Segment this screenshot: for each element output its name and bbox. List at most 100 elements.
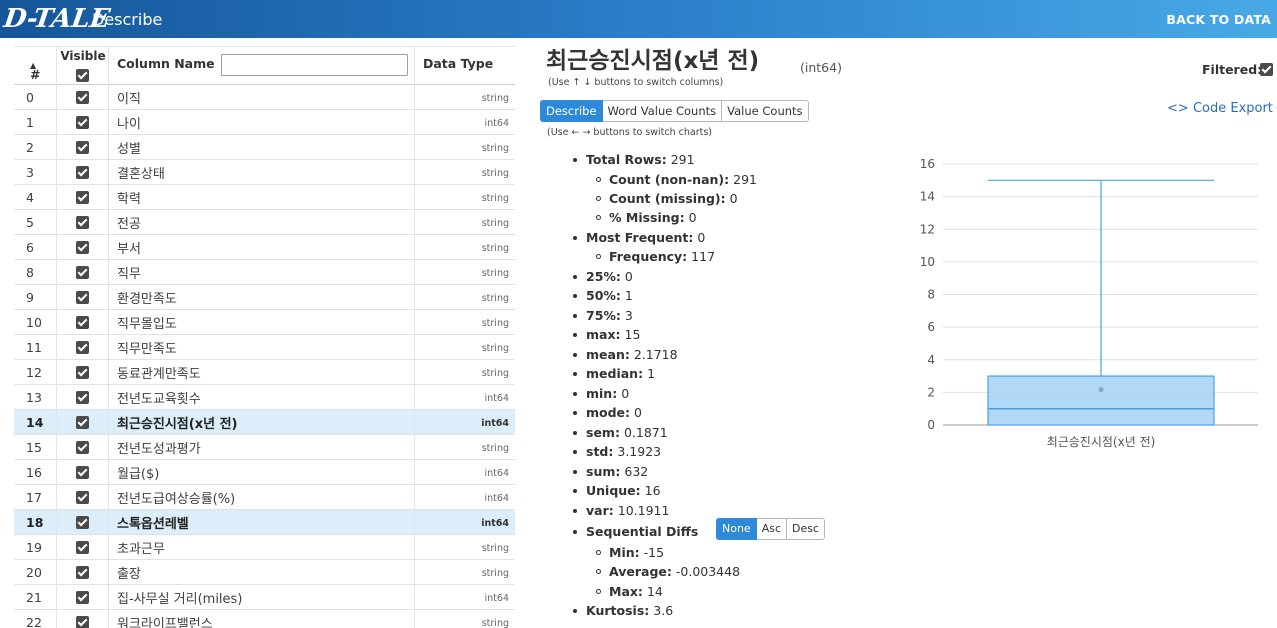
column-visible-checkbox[interactable] [76, 591, 89, 604]
column-visible-checkbox[interactable] [76, 216, 89, 229]
y-tick-label: 8 [927, 288, 935, 302]
column-visible-checkbox[interactable] [76, 616, 89, 628]
stat-value: 10.1911 [617, 503, 670, 518]
seq-diff-desc-button[interactable]: Desc [787, 518, 826, 540]
table-row[interactable]: 0 이직 string [14, 85, 515, 110]
column-dtype: int64 [484, 493, 509, 504]
tab-describe[interactable]: Describe [540, 100, 603, 122]
table-row[interactable]: 20 출장 string [14, 560, 515, 585]
stat-label: Average: [609, 564, 672, 579]
column-visible-checkbox[interactable] [76, 341, 89, 354]
table-row[interactable]: 1 나이 int64 [14, 110, 515, 135]
table-row[interactable]: 9 환경만족도 string [14, 285, 515, 310]
table-row[interactable]: 16 월급($) int64 [14, 460, 515, 485]
row-visible-cell [57, 385, 109, 410]
table-row[interactable]: 21 집-사무실 거리(miles) int64 [14, 585, 515, 610]
row-visible-cell [57, 360, 109, 385]
bullet-icon [573, 294, 577, 298]
column-visible-checkbox[interactable] [76, 266, 89, 279]
code-export-link[interactable]: <> Code Export [1167, 101, 1273, 116]
table-row[interactable]: 18 스톡옵션레벨 int64 [14, 510, 515, 535]
table-row[interactable]: 19 초과근무 string [14, 535, 515, 560]
stat-item: Total Rows: 291 [573, 152, 695, 167]
row-index: 2 [26, 140, 34, 155]
row-index: 11 [26, 340, 42, 355]
toggle-all-visible-checkbox[interactable] [76, 69, 89, 82]
iqr-box [987, 375, 1215, 426]
table-row[interactable]: 6 부서 string [14, 235, 515, 260]
tab-value-counts[interactable]: Value Counts [722, 100, 809, 122]
column-search-input[interactable] [221, 54, 408, 76]
column-visible-checkbox[interactable] [76, 566, 89, 579]
stat-label: Frequency: [609, 249, 688, 264]
row-name-cell: 전년도급여상승률(%) [109, 485, 415, 510]
table-row[interactable]: 3 결혼상태 string [14, 160, 515, 185]
column-visible-checkbox[interactable] [76, 391, 89, 404]
column-name: 나이 [117, 117, 141, 132]
column-visible-checkbox[interactable] [76, 516, 89, 529]
column-visible-checkbox[interactable] [76, 141, 89, 154]
stat-label: var: [586, 503, 614, 518]
stat-label: mode: [586, 405, 631, 420]
stat-item: var: 10.1911 [573, 503, 670, 518]
column-visible-checkbox[interactable] [76, 366, 89, 379]
table-row[interactable]: 15 전년도성과평가 string [14, 435, 515, 460]
y-tick-label: 14 [920, 190, 935, 204]
table-row[interactable]: 13 전년도교육횟수 int64 [14, 385, 515, 410]
table-row[interactable]: 17 전년도급여상승률(%) int64 [14, 485, 515, 510]
column-visible-checkbox[interactable] [76, 191, 89, 204]
column-visible-checkbox[interactable] [76, 541, 89, 554]
table-row[interactable]: 11 직무만족도 string [14, 335, 515, 360]
column-dtype: int64 [481, 518, 509, 529]
bullet-icon [573, 431, 577, 435]
row-index-cell: 2 [14, 135, 57, 160]
seq-diff-none-button[interactable]: None [716, 518, 757, 540]
column-visible-checkbox[interactable] [76, 466, 89, 479]
y-tick-label: 6 [927, 320, 935, 334]
box-plot-chart: 0 2 4 6 8 10 12 14 16 최근승진시점(x년 전) [920, 157, 1258, 449]
row-index-cell: 3 [14, 160, 57, 185]
row-index: 13 [26, 390, 42, 405]
y-tick-label: 0 [927, 418, 935, 432]
tab-word-value-counts[interactable]: Word Value Counts [602, 100, 723, 122]
row-name-cell: 월급($) [109, 460, 415, 485]
stat-value: 0.1871 [623, 425, 668, 440]
data-type-header: Data Type [415, 47, 515, 85]
stat-value: 15 [624, 327, 641, 342]
table-row[interactable]: 10 직무몰입도 string [14, 310, 515, 335]
row-name-cell: 직무 [109, 260, 415, 285]
y-tick-label: 4 [927, 353, 935, 367]
column-visible-checkbox[interactable] [76, 291, 89, 304]
stat-label: 25%: [586, 269, 621, 284]
table-row[interactable]: 14 최근승진시점(x년 전) int64 [14, 410, 515, 435]
column-visible-checkbox[interactable] [76, 116, 89, 129]
column-name: 직무몰입도 [117, 317, 177, 332]
bullet-icon [573, 489, 577, 493]
table-row[interactable]: 2 성별 string [14, 135, 515, 160]
column-visible-checkbox[interactable] [76, 91, 89, 104]
stat-label: Count (missing): [609, 191, 726, 206]
table-row[interactable]: 4 학력 string [14, 185, 515, 210]
row-index-cell: 15 [14, 435, 57, 460]
stat-value: 291 [733, 172, 757, 187]
seq-diff-asc-button[interactable]: Asc [756, 518, 788, 540]
page-title: Describe [92, 10, 163, 29]
visible-header: Visible [57, 47, 109, 85]
bullet-icon [573, 609, 577, 613]
table-row[interactable]: 5 전공 string [14, 210, 515, 235]
column-dtype: string [481, 618, 509, 628]
column-visible-checkbox[interactable] [76, 166, 89, 179]
column-visible-checkbox[interactable] [76, 416, 89, 429]
column-visible-checkbox[interactable] [76, 491, 89, 504]
table-row[interactable]: 8 직무 string [14, 260, 515, 285]
filtered-checkbox[interactable] [1260, 63, 1273, 76]
column-visible-checkbox[interactable] [76, 241, 89, 254]
column-visible-checkbox[interactable] [76, 441, 89, 454]
sort-by-index-header[interactable]: # ▲ [14, 47, 57, 85]
row-dtype-cell: int64 [415, 110, 515, 135]
table-row[interactable]: 12 동료관계만족도 string [14, 360, 515, 385]
table-row[interactable]: 22 워크라이프밸런스 string [14, 610, 515, 628]
row-visible-cell [57, 610, 109, 628]
back-to-data-link[interactable]: BACK TO DATA [1166, 12, 1271, 28]
column-visible-checkbox[interactable] [76, 316, 89, 329]
